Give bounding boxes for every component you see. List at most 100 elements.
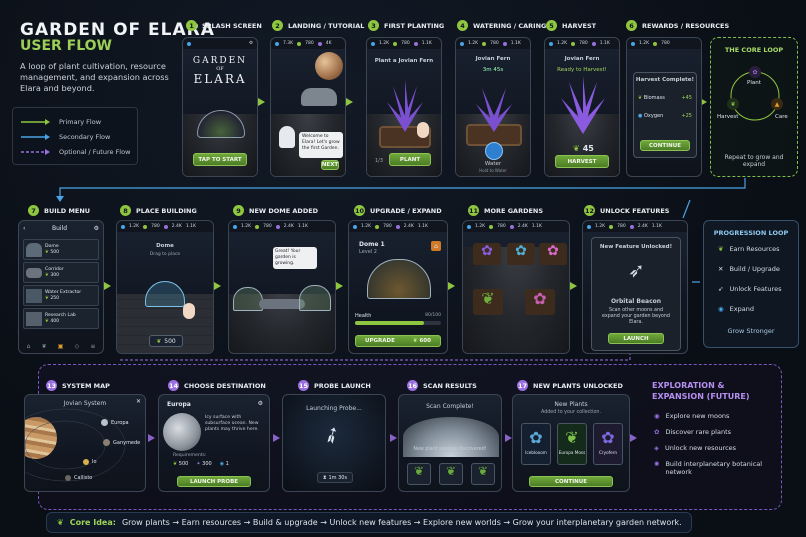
upgrade-screen: 1.2K 780 2.4K 1.1K Dome 1 Level 2 ⌂ Health … [348,220,448,354]
loop-plant-label: Plant [747,80,761,86]
step-10-label: 10 UPGRADE / EXPAND [354,205,442,216]
loop-care-label: Care [775,114,788,120]
dome-title: Dome 1 [359,241,385,248]
unlock-panel: New Feature Unlocked! ➶ Orbital Beacon S… [591,237,681,351]
species-slot[interactable]: ❦ [439,463,463,485]
progression-item-1: ❦ Earn Resources [718,245,780,253]
step-9-label: 9 NEW DOME ADDED [233,205,318,216]
water-label: Water [484,161,502,167]
build-icon[interactable]: ▣ [58,343,64,350]
step-6-label: 6 REWARDS / RESOURCES [626,20,729,31]
back-icon[interactable]: ‹ [23,225,25,232]
plant-icon[interactable]: ❦ [42,343,47,350]
hud: 1.2K 780 [627,38,701,49]
build-menu-screen: ‹ Build ⚙ Dome ❦ 500 Corridor ❦ 300 Water Ex… [18,220,104,354]
tap-to-start-button[interactable]: TAP TO START [193,153,247,166]
plant-card-iceblooom[interactable]: ✿ Iceblooom [521,423,551,465]
plant-card-europa-moss[interactable]: ❦ Europa Moss [557,423,587,465]
launch-button[interactable]: LAUNCH [608,333,664,344]
plant-name: Jovian Fern [564,56,600,62]
home-icon[interactable]: ⌂ [431,241,441,251]
reward-oxygen: ● Oxygen +25 [638,113,692,119]
moon-ganymede[interactable]: Ganymede [103,439,140,446]
build-list: Dome ❦ 500 Corridor ❦ 300 Water Extractor ❦… [23,239,99,329]
water-button[interactable] [485,142,503,160]
core-idea-bar: ❦ Core Idea: Grow plants → Earn resource… [46,512,692,533]
drag-hand-icon [183,303,195,319]
garden-plot[interactable]: ❦ [473,289,503,315]
plant-button[interactable]: PLANT [389,153,431,166]
rewards-panel: Harvest Complete! ❦ Biomass +45 ● Oxygen +… [633,72,697,158]
harvest-status: Ready to Harvest! [557,67,607,73]
system-map-screen: Jovian System Europa Ganymede Io Callist… [24,394,146,492]
close-icon[interactable]: ✕ [136,398,141,405]
step-7-label: 7 BUILD MENU [28,205,90,216]
harvest-screen: 1.2K 780 1.1K Jovian Fern Ready to Harvest… [544,37,620,177]
step-11-label: 11 MORE GARDENS [468,205,544,216]
network-icon: ✺ [654,460,660,468]
dome-icon [233,287,263,311]
build-item-research-lab[interactable]: Research Lab ❦ 400 [23,308,99,329]
plant-card-cryofern[interactable]: ✿ Cryofern [593,423,623,465]
game-logo: GARDEN OF ELARA [192,56,248,86]
planting-title: Plant a Jovian Fern [374,58,434,64]
destination-title: Europa [167,401,191,408]
continue-button[interactable]: CONTINUE [640,140,690,151]
moon-callisto[interactable]: Callisto [65,475,92,481]
garden-plot[interactable]: ✿ [473,243,501,265]
progression-item-4: ◉ Expand [718,305,754,313]
core-idea-text: Grow plants → Earn resources → Build & u… [121,518,682,527]
probe-timer: ⧗ 1m 30s [317,472,353,483]
garden-plot[interactable]: ✿ [507,243,535,265]
place-building-screen: 1.2K 780 2.4K 1.1K Dome Drag to place ❦ 500 [116,220,214,354]
health-bar-fill [355,321,424,325]
step-2-label: 2 LANDING / TUTORIAL [272,20,364,31]
seed-counter: 1/3 [375,158,384,164]
build-item-water-extractor[interactable]: Water Extractor ❦ 250 [23,285,99,306]
place-cost[interactable]: ❦ 500 [149,335,183,347]
garden-plot[interactable]: ✿ [525,289,555,315]
menu-icon[interactable]: ≡ [90,343,95,350]
rocket-icon: ➶ [628,258,645,282]
europa-icon [163,413,201,451]
step-5-label: 5 HARVEST [546,20,596,31]
hud: 1.2K 780 1.1K [367,38,441,49]
resource-icon[interactable]: ◇ [75,343,80,350]
step-3-label: 3 FIRST PLANTING [368,20,444,31]
species-slot[interactable]: ❦ [471,463,495,485]
moon-io[interactable]: Io [83,459,97,465]
user-flow-diagram: { "header":{"title":"GARDEN OF ELARA","s… [0,0,806,537]
progression-item-3: ➶ Unlock Features [718,285,782,293]
harvest-button[interactable]: HARVEST [555,155,609,168]
jupiter-icon [315,52,343,80]
gear-icon[interactable]: ⚙ [258,400,263,407]
upgrade-button[interactable]: UPGRADE ❦ 600 [355,335,441,347]
build-item-corridor[interactable]: Corridor ❦ 300 [23,262,99,283]
core-loop-panel: THE CORE LOOP ✿ ❦ ▲ Plant Harvest Care R… [710,37,798,177]
progression-item-2: ✕ Build / Upgrade [718,265,780,273]
exploration-item-4: ✺ Build interplanetary botanical network [654,460,763,476]
new-plants-title: New Plants [554,401,588,408]
progression-loop-panel: PROGRESSION LOOP ❦ Earn Resources ✕ Build … [703,220,799,348]
home-icon[interactable]: ⌂ [27,343,31,350]
gear-icon[interactable]: ⚙ [94,225,99,232]
continue-button[interactable]: CONTINUE [529,476,613,487]
step-13-label: 13 SYSTEM MAP [46,380,110,391]
flower-icon: ✿ [654,428,660,436]
core-idea-label: Core Idea: [69,518,116,527]
launch-probe-button[interactable]: LAUNCH PROBE [177,476,251,487]
dome-ghost-icon[interactable] [145,281,185,307]
garden-plot[interactable]: ✿ [539,243,567,265]
species-slot[interactable]: ❦ [407,463,431,485]
moon-europa[interactable]: Europa [101,419,129,426]
build-item-dome[interactable]: Dome ❦ 500 [23,239,99,260]
next-button[interactable]: NEXT [321,160,339,170]
new-dome-screen: 1.2K 780 2.4K 1.1K Great! Your garden is gr… [228,220,336,354]
core-loop-title: THE CORE LOOP [724,46,784,54]
health-bar [355,321,441,325]
planet-icon: ◉ [718,305,724,313]
splash-screen[interactable]: ⚙ GARDEN OF ELARA TAP TO START [182,37,258,177]
leaf-icon: ❦ [57,518,64,527]
new-dome-icon [299,285,331,311]
leaf-icon: ❦ [718,245,724,253]
